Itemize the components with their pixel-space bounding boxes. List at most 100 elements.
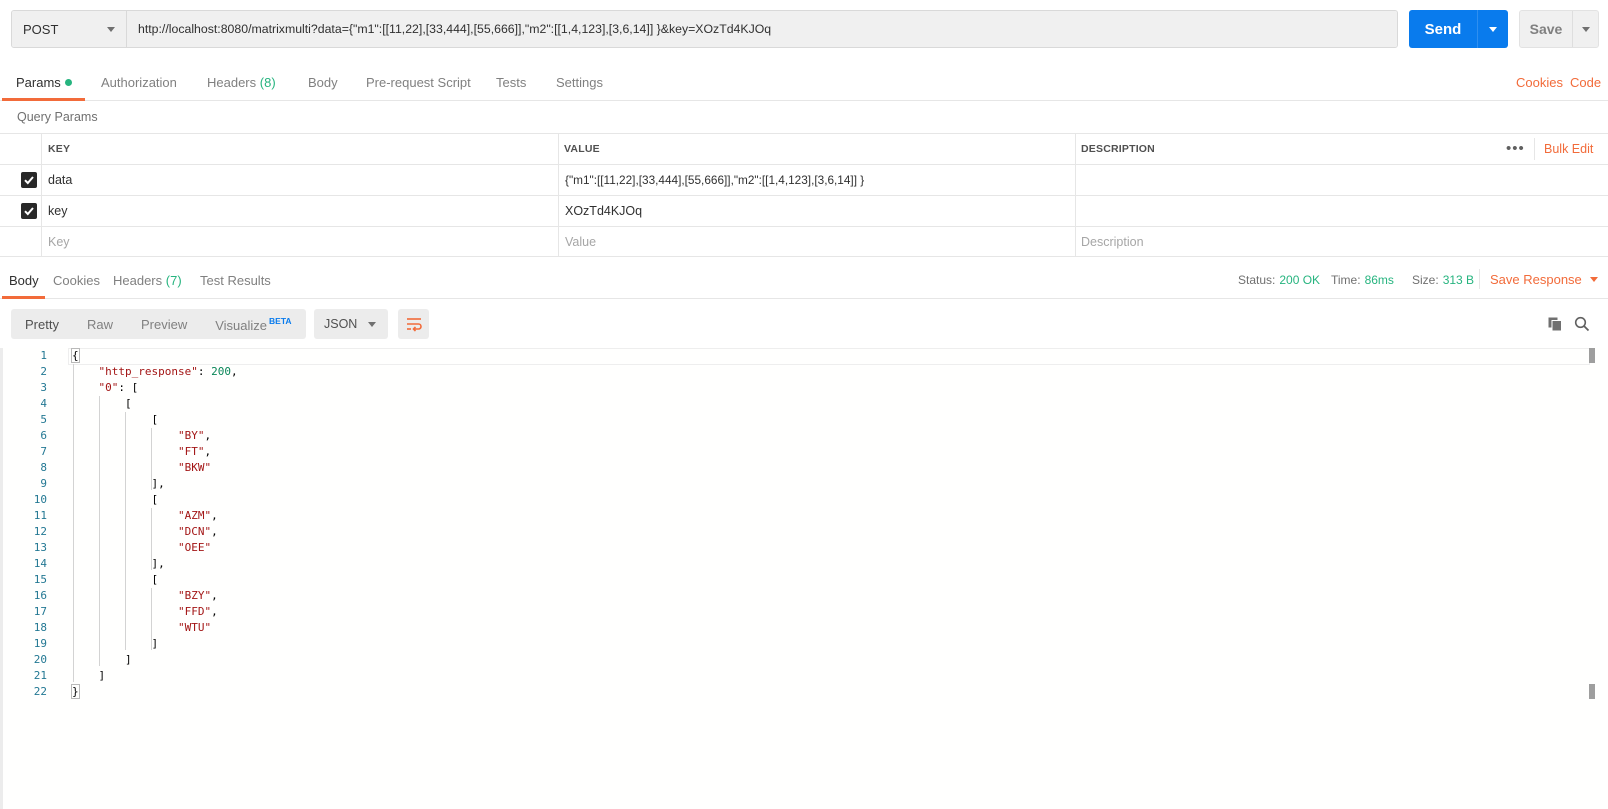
- save-button[interactable]: Save: [1519, 10, 1599, 48]
- send-button[interactable]: Send: [1409, 10, 1508, 48]
- line-number: 8: [40, 461, 47, 474]
- save-response-button[interactable]: Save Response: [1490, 272, 1598, 287]
- column-header-value: VALUE: [564, 143, 600, 155]
- line-number: 18: [33, 621, 47, 634]
- query-params-title: Query Params: [17, 110, 98, 124]
- column-header-description: DESCRIPTION: [1081, 143, 1155, 155]
- column-divider: [1075, 134, 1076, 164]
- copy-button[interactable]: [1544, 313, 1566, 335]
- tab-response-body-label: Body: [9, 273, 39, 288]
- time-readout: Time: 86ms: [1331, 273, 1394, 287]
- line-number: 21: [33, 669, 47, 682]
- more-options-icon[interactable]: •••: [1506, 140, 1525, 157]
- save-options-dropdown[interactable]: [1572, 11, 1598, 47]
- code-text: [: [72, 413, 159, 426]
- status-label: Status:: [1238, 273, 1276, 287]
- column-divider: [1075, 227, 1076, 257]
- time-value: 86ms: [1364, 273, 1394, 287]
- code-text: "0": [: [98, 381, 139, 394]
- code-line: 11 "AZM",: [3, 508, 1603, 524]
- tab-pre-request-script[interactable]: Pre-request Script: [366, 75, 471, 90]
- tab-authorization-label: Authorization: [101, 75, 177, 90]
- code-line: 13 "OEE": [3, 540, 1603, 556]
- tab-response-headers-label: Headers: [113, 273, 163, 288]
- indent-guide: [151, 428, 152, 490]
- line-number: 13: [33, 541, 47, 554]
- code-text: ]: [72, 669, 106, 682]
- view-preview-button[interactable]: Preview: [127, 317, 201, 332]
- param-key-cell[interactable]: key: [48, 196, 67, 226]
- code-line: 6 "BY",: [3, 428, 1603, 444]
- tab-headers[interactable]: Headers (8): [207, 75, 276, 90]
- tab-test-results[interactable]: Test Results: [200, 273, 271, 288]
- response-body-editor[interactable]: 1{2 "http_response": 200, 3 "0": [4 [5 [6…: [0, 348, 1608, 809]
- code-text: [: [72, 397, 132, 410]
- param-key-cell[interactable]: data: [48, 165, 72, 195]
- row-checkbox[interactable]: [21, 172, 37, 188]
- line-number: 6: [40, 429, 47, 442]
- view-pretty-button[interactable]: Pretty: [11, 317, 73, 332]
- new-value-input[interactable]: Value: [565, 227, 596, 257]
- param-value-cell[interactable]: XOzTd4KJOq: [565, 196, 642, 226]
- word-wrap-button[interactable]: [398, 309, 429, 339]
- code-line: 14 ],: [3, 556, 1603, 572]
- send-options-dropdown[interactable]: [1477, 10, 1508, 48]
- view-visualize-button[interactable]: Visualize BETA: [201, 316, 305, 333]
- tab-response-headers-count: (7): [165, 273, 182, 288]
- code-text: "OEE": [177, 541, 212, 554]
- code-link[interactable]: Code: [1570, 75, 1601, 90]
- format-select[interactable]: JSON: [314, 309, 388, 339]
- line-number: 5: [40, 413, 47, 426]
- new-key-input[interactable]: Key: [48, 227, 70, 257]
- column-divider: [558, 134, 559, 164]
- request-bar: POST http://localhost:8080/matrixmulti?d…: [11, 10, 1398, 48]
- line-number: 17: [33, 605, 47, 618]
- code-text: "BZY",: [177, 589, 218, 602]
- chevron-down-icon: [368, 321, 376, 327]
- row-checkbox[interactable]: [21, 203, 37, 219]
- code-line: 10 [: [3, 492, 1603, 508]
- tab-tests-label: Tests: [496, 75, 527, 90]
- scrollbar-thumb[interactable]: [1589, 348, 1595, 363]
- column-header-key: KEY: [48, 143, 71, 155]
- tab-body[interactable]: Body: [308, 75, 338, 90]
- checkmark-icon: [24, 207, 34, 216]
- column-divider: [41, 134, 42, 164]
- method-select[interactable]: POST: [12, 11, 127, 47]
- format-label: JSON: [324, 317, 358, 331]
- code-text: ]: [72, 637, 159, 650]
- tab-settings[interactable]: Settings: [556, 75, 603, 90]
- view-raw-button[interactable]: Raw: [73, 317, 127, 332]
- code-line: 7 "FT",: [3, 444, 1603, 460]
- size-label: Size:: [1412, 273, 1439, 287]
- size-value: 313 B: [1442, 273, 1475, 287]
- tab-body-label: Body: [308, 75, 338, 90]
- tab-authorization[interactable]: Authorization: [101, 75, 177, 90]
- line-number: 12: [33, 525, 47, 538]
- line-number: 2: [40, 365, 47, 378]
- url-input[interactable]: http://localhost:8080/matrixmulti?data={…: [127, 11, 1397, 47]
- line-number: 20: [33, 653, 47, 666]
- bulk-edit-link[interactable]: Bulk Edit: [1544, 142, 1593, 156]
- method-label: POST: [23, 21, 59, 37]
- tab-response-headers[interactable]: Headers (7): [113, 273, 182, 288]
- tab-response-cookies[interactable]: Cookies: [53, 273, 100, 288]
- status-readout: Status: 200 OK: [1238, 273, 1320, 287]
- line-number: 10: [33, 493, 47, 506]
- line-number: 11: [33, 509, 47, 522]
- tab-params[interactable]: Params: [16, 75, 72, 90]
- cookies-link[interactable]: Cookies: [1516, 75, 1563, 90]
- code-line: 18 "WTU": [3, 620, 1603, 636]
- param-value-cell[interactable]: {"m1":[[11,22],[33,444],[55,666]],"m2":[…: [565, 165, 864, 195]
- tab-settings-label: Settings: [556, 75, 603, 90]
- code-text: }: [71, 684, 80, 699]
- search-button[interactable]: [1571, 313, 1593, 335]
- tab-response-body[interactable]: Body: [9, 273, 39, 288]
- code-text: "WTU": [177, 621, 212, 634]
- code-line: 16 "BZY",: [3, 588, 1603, 604]
- tab-tests[interactable]: Tests: [496, 75, 526, 90]
- new-description-input[interactable]: Description: [1081, 227, 1144, 257]
- code-line: 19 ]: [3, 636, 1603, 652]
- code-line: 15 [: [3, 572, 1603, 588]
- size-readout: Size: 313 B: [1412, 273, 1474, 287]
